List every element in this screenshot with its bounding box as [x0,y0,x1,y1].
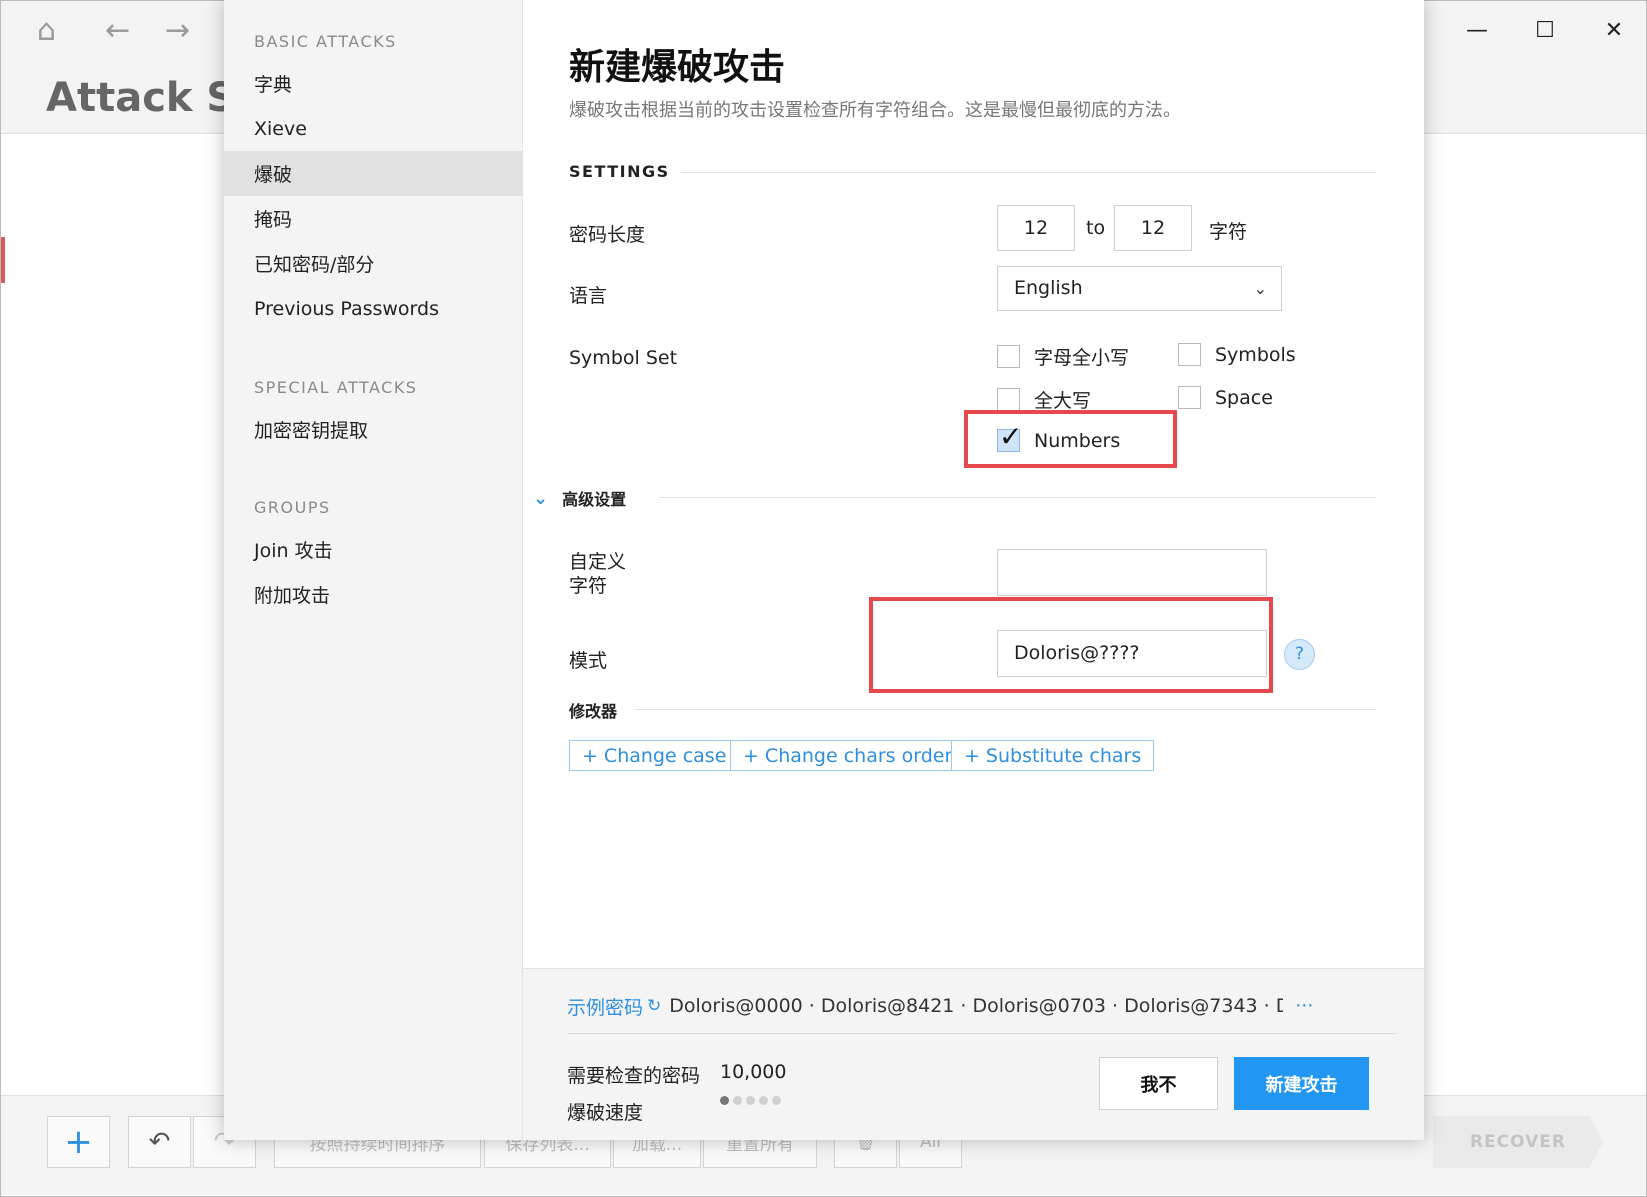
sample-passwords-list: Doloris@0000 · Doloris@8421 · Doloris@07… [669,995,1284,1017]
highlight-pattern [869,597,1273,693]
cancel-button[interactable]: 我不 [1099,1057,1218,1110]
highlight-numbers [964,410,1177,468]
add-button[interactable]: + [47,1116,110,1168]
attack-type-sidebar: BASIC ATTACKS 字典 Xieve 爆破 掩码 已知密码/部分 Pre… [224,0,523,1140]
settings-heading-label: SETTINGS [569,162,670,181]
checkbox-box[interactable] [997,388,1020,411]
forward-arrow-icon[interactable]: → [165,15,190,47]
home-icon[interactable]: ⌂ [37,15,56,47]
speed-label: 爆破速度 [567,1102,644,1124]
custom-chars-label-line2: 字符 [569,575,608,597]
checkbox-label: Symbols [1215,343,1296,366]
recover-button[interactable]: RECOVER [1433,1116,1603,1168]
dialog-title: 新建爆破攻击 [569,47,786,88]
advanced-divider [659,496,1376,498]
password-length-label: 密码长度 [569,224,646,246]
checkbox-symbols[interactable]: Symbols [1178,343,1296,366]
custom-chars-label: 自定义 字符 [569,550,626,598]
sidebar-item-key-extraction[interactable]: 加密密钥提取 [224,407,523,452]
speed-dot [720,1096,729,1105]
speed-dot [733,1096,742,1105]
new-attack-dialog: BASIC ATTACKS 字典 Xieve 爆破 掩码 已知密码/部分 Pre… [224,0,1424,1140]
sidebar-item-join-attack[interactable]: Join 攻击 [224,527,523,572]
substitute-chars-button[interactable]: + Substitute chars [951,740,1155,771]
speed-indicator [720,1096,781,1105]
settings-divider [681,171,1376,173]
refresh-icon[interactable]: ↻ [647,996,661,1016]
undo-button[interactable]: ↶ [128,1116,191,1168]
minimize-icon[interactable]: — [1457,15,1497,45]
length-min-input[interactable]: 12 [997,205,1075,251]
chevron-down-icon[interactable]: ⌄ [533,488,548,509]
change-chars-order-button[interactable]: + Change chars order [730,740,966,771]
modifiers-divider [635,708,1376,710]
plus-icon: + [743,744,759,767]
back-arrow-icon[interactable]: ← [105,15,130,47]
modifier-label: Change case [603,744,727,767]
settings-heading: SETTINGS [569,162,670,181]
modifiers-heading: 修改器 [569,698,617,722]
length-max-input[interactable]: 12 [1114,205,1192,251]
advanced-heading[interactable]: ⌄ 高级设置 [533,486,626,510]
checkbox-box[interactable] [1178,386,1201,409]
modifiers-heading-label: 修改器 [569,702,618,721]
sample-passwords-row: 示例密码 ↻ Doloris@0000 · Doloris@8421 · Dol… [567,991,1357,1021]
pattern-label: 模式 [569,650,608,672]
speed-dot [746,1096,755,1105]
passwords-to-check-label: 需要检查的密码 [567,1065,701,1087]
checkbox-label: Space [1215,386,1273,409]
passwords-to-check-value: 10,000 [720,1061,787,1083]
edge-marker [1,237,5,283]
sidebar-item-brute-force[interactable]: 爆破 [224,151,523,196]
checkbox-label: 字母全小写 [1034,347,1130,369]
custom-chars-label-line1: 自定义 [569,551,627,573]
more-icon[interactable]: ··· [1295,995,1313,1017]
sidebar-item-previous-passwords[interactable]: Previous Passwords [224,286,523,331]
maximize-icon[interactable]: ☐ [1525,15,1565,45]
checkbox-label: 全大写 [1034,390,1092,412]
dialog-footer: 示例密码 ↻ Doloris@0000 · Doloris@8421 · Dol… [523,968,1424,1140]
basic-attacks-heading: BASIC ATTACKS [254,32,397,51]
speed-dot [772,1096,781,1105]
create-attack-button[interactable]: 新建攻击 [1234,1057,1369,1110]
footer-divider [567,1033,1397,1034]
length-unit-text: 字符 [1209,221,1248,243]
sidebar-item-append-attack[interactable]: 附加攻击 [224,572,523,617]
custom-chars-input[interactable] [997,549,1267,596]
symbol-set-label: Symbol Set [569,347,678,369]
modifier-label: Substitute chars [985,744,1142,767]
advanced-heading-label: 高级设置 [562,490,627,509]
modifier-label: Change chars order [764,744,953,767]
plus-icon: + [582,744,598,767]
close-icon[interactable]: ✕ [1594,15,1634,45]
plus-icon: + [964,744,980,767]
checkbox-box[interactable] [1178,343,1201,366]
language-label: 语言 [569,285,608,307]
speed-dot [759,1096,768,1105]
checkbox-lowercase[interactable]: 字母全小写 [997,343,1129,370]
sidebar-item-known-password[interactable]: 已知密码/部分 [224,241,523,286]
checkbox-uppercase[interactable]: 全大写 [997,386,1091,413]
dialog-main: 新建爆破攻击 爆破攻击根据当前的攻击设置检查所有字符组合。这是最慢但最彻底的方法… [523,0,1424,1140]
sidebar-item-dictionary[interactable]: 字典 [224,61,523,106]
checkbox-box[interactable] [997,345,1020,368]
sidebar-item-mask[interactable]: 掩码 [224,196,523,241]
sidebar-item-xieve[interactable]: Xieve [224,106,523,151]
special-attacks-heading: SPECIAL ATTACKS [254,378,418,397]
checkbox-space[interactable]: Space [1178,386,1273,409]
language-select[interactable]: English ⌄ [997,266,1282,311]
dialog-description: 爆破攻击根据当前的攻击设置检查所有字符组合。这是最慢但最彻底的方法。 [569,100,1181,121]
chevron-down-icon: ⌄ [1253,279,1267,298]
change-case-button[interactable]: + Change case [569,740,740,771]
language-value: English [1014,277,1083,299]
groups-heading: GROUPS [254,498,331,517]
length-to-text: to [1086,217,1106,239]
help-icon[interactable]: ? [1284,639,1315,670]
sample-passwords-link[interactable]: 示例密码 [567,993,643,1020]
